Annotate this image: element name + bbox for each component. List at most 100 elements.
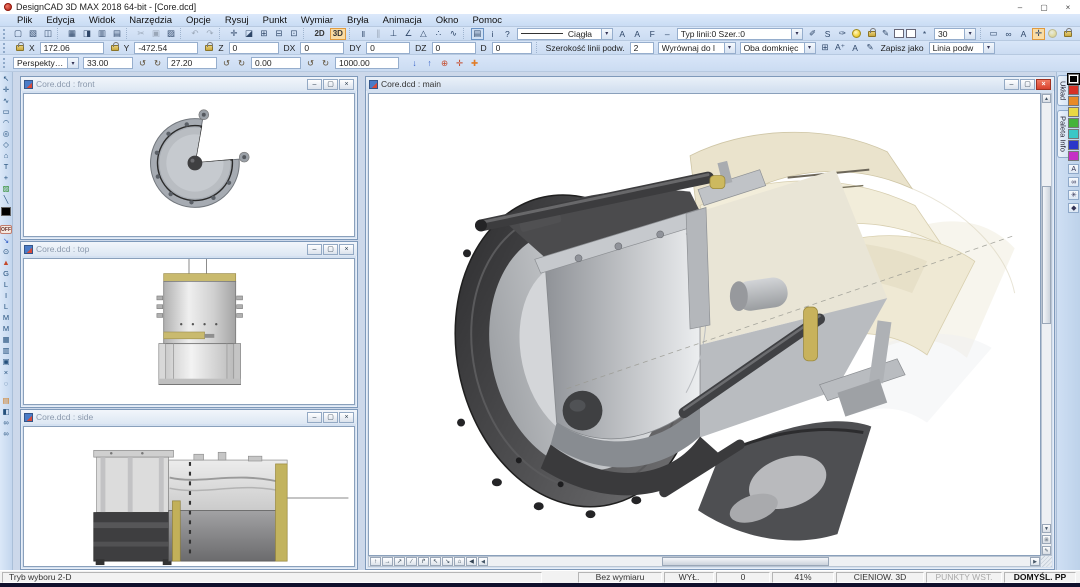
- coord-field-y[interactable]: -472.54: [134, 42, 198, 54]
- viewport-close-button[interactable]: ×: [339, 244, 354, 255]
- main-horizontal-scrollbar[interactable]: [490, 557, 1028, 566]
- point-l-icon[interactable]: L: [0, 279, 12, 290]
- y-lock-icon[interactable]: [111, 45, 119, 51]
- line-dash-button[interactable]: –: [661, 28, 674, 40]
- menu-pomoc[interactable]: Pomoc: [465, 15, 509, 26]
- eyedropper-button[interactable]: ✐: [806, 28, 819, 40]
- lock2-icon[interactable]: [1064, 31, 1072, 37]
- star-icon[interactable]: *: [918, 28, 931, 40]
- dropdown-arrow-icon[interactable]: [791, 29, 802, 39]
- scroll-right-icon[interactable]: ▶: [1030, 557, 1040, 566]
- window-minimize-button[interactable]: –: [1008, 1, 1032, 14]
- perpendicular-snap-icon[interactable]: ∥: [372, 28, 385, 40]
- style-s-button[interactable]: S: [821, 28, 834, 40]
- main-3d-model[interactable]: [369, 94, 1040, 555]
- view-right-button[interactable]: →: [382, 557, 393, 566]
- chain2-icon[interactable]: ∞: [0, 428, 12, 439]
- dropdown-arrow-icon[interactable]: [67, 58, 78, 68]
- coord-field-dz[interactable]: 0: [432, 42, 476, 54]
- curve-snap-icon[interactable]: ∿: [447, 28, 460, 40]
- new-icon[interactable]: ▢: [11, 28, 24, 40]
- export-icon[interactable]: ▤: [110, 28, 123, 40]
- palette-button[interactable]: ✳: [1068, 190, 1079, 200]
- active-color-swatch[interactable]: [1, 207, 11, 216]
- z-lock-icon[interactable]: [205, 45, 213, 51]
- center-button[interactable]: ✚: [468, 57, 481, 69]
- tab-uklad[interactable]: Układ: [1057, 75, 1068, 106]
- view-field-1[interactable]: 27.20: [167, 57, 217, 69]
- align-dropdown[interactable]: Wyrównaj do l: [658, 42, 736, 54]
- viewport-side-canvas[interactable]: [23, 426, 355, 567]
- lock-toggle-icon[interactable]: [868, 31, 876, 37]
- save-icon[interactable]: ◫: [41, 28, 54, 40]
- dropdown-arrow-icon[interactable]: [964, 29, 975, 39]
- top-view-drawing[interactable]: [24, 259, 354, 404]
- vertical-scroll-thumb[interactable]: [1042, 186, 1051, 324]
- point-l2-icon[interactable]: L: [0, 301, 12, 312]
- info-button[interactable]: i: [486, 28, 499, 40]
- line-icon[interactable]: ╲: [0, 194, 12, 205]
- view-rotate-2-ccw[interactable]: ↺: [304, 57, 317, 69]
- context-help-button[interactable]: ?: [501, 28, 514, 40]
- pen-icon[interactable]: ✎: [879, 28, 892, 40]
- mode-2d-button[interactable]: 2D: [311, 28, 327, 40]
- view-downright-button[interactable]: ↘: [442, 557, 453, 566]
- dropdown-arrow-icon[interactable]: [601, 29, 612, 39]
- x-lock-icon[interactable]: [16, 45, 24, 51]
- shapes-icon[interactable]: ◧: [0, 406, 12, 417]
- view-field-0[interactable]: 33.00: [83, 57, 133, 69]
- text-plus-button[interactable]: A⁺: [834, 42, 847, 54]
- line-color-swatch[interactable]: [906, 29, 916, 38]
- info-palette-button[interactable]: ▤: [471, 28, 484, 40]
- window-layout-icon[interactable]: ⊡: [287, 28, 300, 40]
- triangle-snap-icon[interactable]: △: [417, 28, 430, 40]
- dropdown-arrow-icon[interactable]: [724, 43, 735, 53]
- menu-narzędzia[interactable]: Narzędzia: [122, 15, 179, 26]
- viewport-minimize-button[interactable]: –: [307, 79, 322, 90]
- mode-3d-button[interactable]: 3D: [330, 28, 346, 40]
- paste-icon[interactable]: ▨: [164, 28, 177, 40]
- select-cursor-icon[interactable]: ↖: [0, 73, 12, 84]
- viewport-maximize-button[interactable]: ▢: [323, 412, 338, 423]
- font-f-button[interactable]: F: [646, 28, 659, 40]
- menu-bryła[interactable]: Bryła: [340, 15, 376, 26]
- point-m-icon[interactable]: M: [0, 312, 12, 323]
- viewport-maximize-button[interactable]: ▢: [323, 244, 338, 255]
- paste-doc-icon[interactable]: ◪: [242, 28, 255, 40]
- view-rotate-1-cw[interactable]: ↻: [235, 57, 248, 69]
- arrow-down-button[interactable]: ↓: [408, 57, 421, 69]
- viewport-close-button[interactable]: ×: [339, 79, 354, 90]
- undo-icon[interactable]: ↶: [188, 28, 201, 40]
- coord-field-z[interactable]: 0: [229, 42, 279, 54]
- line-type-dropdown[interactable]: Typ linii:0 Szer.:0: [677, 28, 803, 40]
- coord-field-d[interactable]: 0: [492, 42, 532, 54]
- text-a2-button[interactable]: A: [849, 42, 862, 54]
- palette-color-3[interactable]: [1068, 107, 1079, 117]
- menu-plik[interactable]: Plik: [10, 15, 39, 26]
- viewport-side-titlebar[interactable]: Core.dcd : side – ▢ ×: [21, 410, 357, 424]
- point-g-icon[interactable]: G: [0, 268, 12, 279]
- tile-windows-icon[interactable]: ⊞: [257, 28, 270, 40]
- scroll-up-icon[interactable]: [1042, 94, 1051, 103]
- menu-wymiar[interactable]: Wymiar: [294, 15, 340, 26]
- view-prev-button[interactable]: ◀: [466, 557, 477, 566]
- pan-hand-button[interactable]: ✛: [1032, 28, 1045, 40]
- view-mode-dropdown[interactable]: Perspektywa: [13, 57, 79, 69]
- zoom-window-icon[interactable]: [1042, 535, 1051, 544]
- view-rotate-button[interactable]: ↱: [418, 557, 429, 566]
- point-m2-icon[interactable]: M: [0, 323, 12, 334]
- viewport-main-canvas[interactable]: [368, 93, 1041, 556]
- menu-edycja[interactable]: Edycja: [39, 15, 82, 26]
- plane-icon[interactable]: ⌂: [0, 150, 12, 161]
- crosshair-button[interactable]: ✛: [453, 57, 466, 69]
- palette-color-2[interactable]: [1068, 96, 1079, 106]
- front-view-drawing[interactable]: [24, 94, 354, 236]
- menu-rysuj[interactable]: Rysuj: [218, 15, 256, 26]
- cut-icon[interactable]: ✂: [134, 28, 147, 40]
- dropdown-arrow-icon[interactable]: [983, 43, 994, 53]
- view-iso-button[interactable]: ∕: [406, 557, 417, 566]
- toolbar-grip[interactable]: [3, 58, 7, 68]
- viewport-minimize-button[interactable]: –: [307, 412, 322, 423]
- viewport-top-canvas[interactable]: [23, 258, 355, 405]
- parallel-snap-icon[interactable]: ‖: [357, 28, 370, 40]
